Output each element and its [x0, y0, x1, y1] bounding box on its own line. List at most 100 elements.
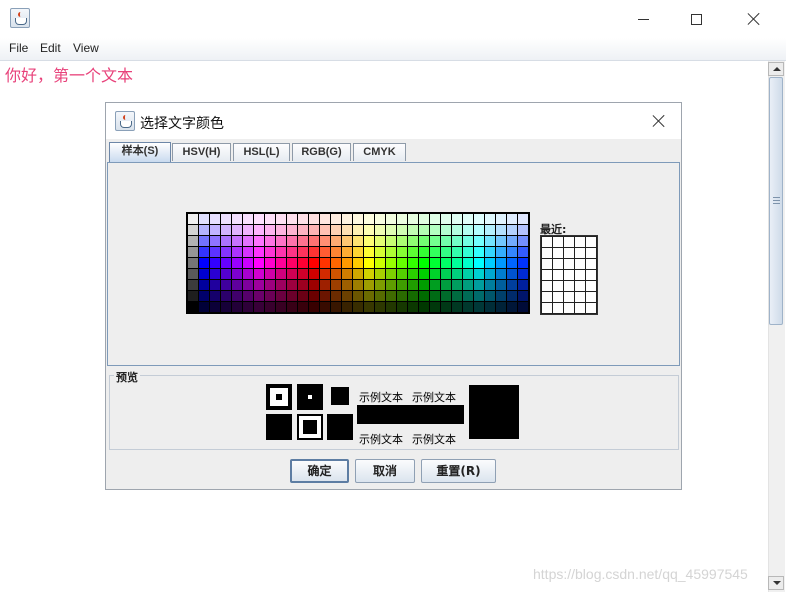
color-swatch[interactable]: [254, 214, 264, 224]
color-swatch[interactable]: [518, 302, 528, 312]
color-swatch[interactable]: [364, 225, 374, 235]
color-swatch[interactable]: [254, 269, 264, 279]
color-swatch[interactable]: [474, 291, 484, 301]
menu-file[interactable]: File: [9, 41, 28, 55]
color-swatch[interactable]: [221, 291, 231, 301]
recent-swatch[interactable]: [575, 237, 585, 247]
color-swatch[interactable]: [298, 291, 308, 301]
color-swatch[interactable]: [320, 236, 330, 246]
color-swatch[interactable]: [452, 302, 462, 312]
color-swatch[interactable]: [353, 291, 363, 301]
color-swatch[interactable]: [485, 225, 495, 235]
tab-swatches[interactable]: 样本(S): [109, 142, 171, 162]
color-swatch[interactable]: [265, 214, 275, 224]
color-swatch[interactable]: [397, 258, 407, 268]
recent-swatch[interactable]: [586, 270, 596, 280]
color-swatch[interactable]: [232, 236, 242, 246]
color-swatch[interactable]: [199, 280, 209, 290]
color-swatch[interactable]: [210, 247, 220, 257]
color-swatch[interactable]: [496, 225, 506, 235]
color-swatch[interactable]: [210, 258, 220, 268]
color-swatch[interactable]: [474, 225, 484, 235]
color-swatch[interactable]: [364, 236, 374, 246]
color-swatch[interactable]: [210, 214, 220, 224]
color-swatch[interactable]: [309, 247, 319, 257]
reset-button[interactable]: 重置(R): [421, 459, 496, 483]
color-swatch[interactable]: [342, 291, 352, 301]
color-swatch[interactable]: [298, 258, 308, 268]
color-swatch[interactable]: [419, 280, 429, 290]
color-swatch[interactable]: [287, 280, 297, 290]
color-swatch[interactable]: [408, 269, 418, 279]
color-swatch[interactable]: [485, 247, 495, 257]
color-swatch[interactable]: [298, 280, 308, 290]
color-swatch[interactable]: [298, 225, 308, 235]
recent-swatch[interactable]: [553, 281, 563, 291]
color-swatch[interactable]: [265, 236, 275, 246]
color-swatch[interactable]: [188, 258, 198, 268]
color-swatch[interactable]: [353, 236, 363, 246]
color-swatch[interactable]: [342, 258, 352, 268]
color-swatch[interactable]: [518, 247, 528, 257]
recent-swatch[interactable]: [553, 237, 563, 247]
color-swatch[interactable]: [463, 225, 473, 235]
color-swatch[interactable]: [430, 236, 440, 246]
recent-swatch[interactable]: [553, 248, 563, 258]
color-swatch[interactable]: [243, 291, 253, 301]
color-swatch[interactable]: [320, 247, 330, 257]
color-swatch[interactable]: [232, 247, 242, 257]
color-swatch[interactable]: [199, 269, 209, 279]
color-swatch[interactable]: [441, 225, 451, 235]
color-swatch[interactable]: [474, 269, 484, 279]
recent-swatch[interactable]: [564, 237, 574, 247]
color-swatch[interactable]: [419, 247, 429, 257]
scroll-up-button[interactable]: [768, 62, 784, 76]
color-swatch[interactable]: [243, 302, 253, 312]
color-swatch[interactable]: [309, 236, 319, 246]
color-swatch[interactable]: [474, 280, 484, 290]
color-swatch[interactable]: [485, 302, 495, 312]
color-swatch[interactable]: [408, 302, 418, 312]
color-swatch[interactable]: [320, 214, 330, 224]
color-swatch[interactable]: [342, 280, 352, 290]
color-swatch[interactable]: [298, 236, 308, 246]
recent-swatch[interactable]: [542, 237, 552, 247]
color-swatch[interactable]: [419, 258, 429, 268]
color-swatch[interactable]: [507, 291, 517, 301]
color-swatch[interactable]: [463, 247, 473, 257]
color-swatch[interactable]: [199, 214, 209, 224]
color-swatch[interactable]: [342, 247, 352, 257]
recent-swatch[interactable]: [553, 259, 563, 269]
color-swatch[interactable]: [188, 236, 198, 246]
color-swatch[interactable]: [375, 225, 385, 235]
color-swatch[interactable]: [232, 302, 242, 312]
color-swatch[interactable]: [364, 269, 374, 279]
color-swatch[interactable]: [441, 280, 451, 290]
color-swatch[interactable]: [364, 247, 374, 257]
color-swatch[interactable]: [375, 291, 385, 301]
tab-hsl[interactable]: HSL(L): [233, 143, 290, 161]
color-swatch[interactable]: [309, 280, 319, 290]
recent-swatch[interactable]: [575, 281, 585, 291]
color-swatch[interactable]: [430, 269, 440, 279]
color-swatch[interactable]: [243, 236, 253, 246]
color-swatch[interactable]: [298, 247, 308, 257]
color-swatch[interactable]: [386, 247, 396, 257]
color-swatch[interactable]: [232, 291, 242, 301]
color-swatch[interactable]: [397, 214, 407, 224]
color-swatch[interactable]: [276, 236, 286, 246]
scroll-thumb[interactable]: [769, 77, 783, 325]
color-swatch[interactable]: [276, 302, 286, 312]
color-swatch[interactable]: [188, 302, 198, 312]
recent-swatch[interactable]: [586, 237, 596, 247]
color-swatch[interactable]: [276, 214, 286, 224]
color-swatch[interactable]: [232, 214, 242, 224]
color-swatch[interactable]: [386, 302, 396, 312]
color-swatch[interactable]: [408, 291, 418, 301]
color-swatch[interactable]: [441, 291, 451, 301]
color-swatch[interactable]: [375, 302, 385, 312]
color-swatch[interactable]: [331, 269, 341, 279]
color-swatch[interactable]: [331, 225, 341, 235]
color-swatch[interactable]: [408, 225, 418, 235]
recent-swatch[interactable]: [542, 248, 552, 258]
